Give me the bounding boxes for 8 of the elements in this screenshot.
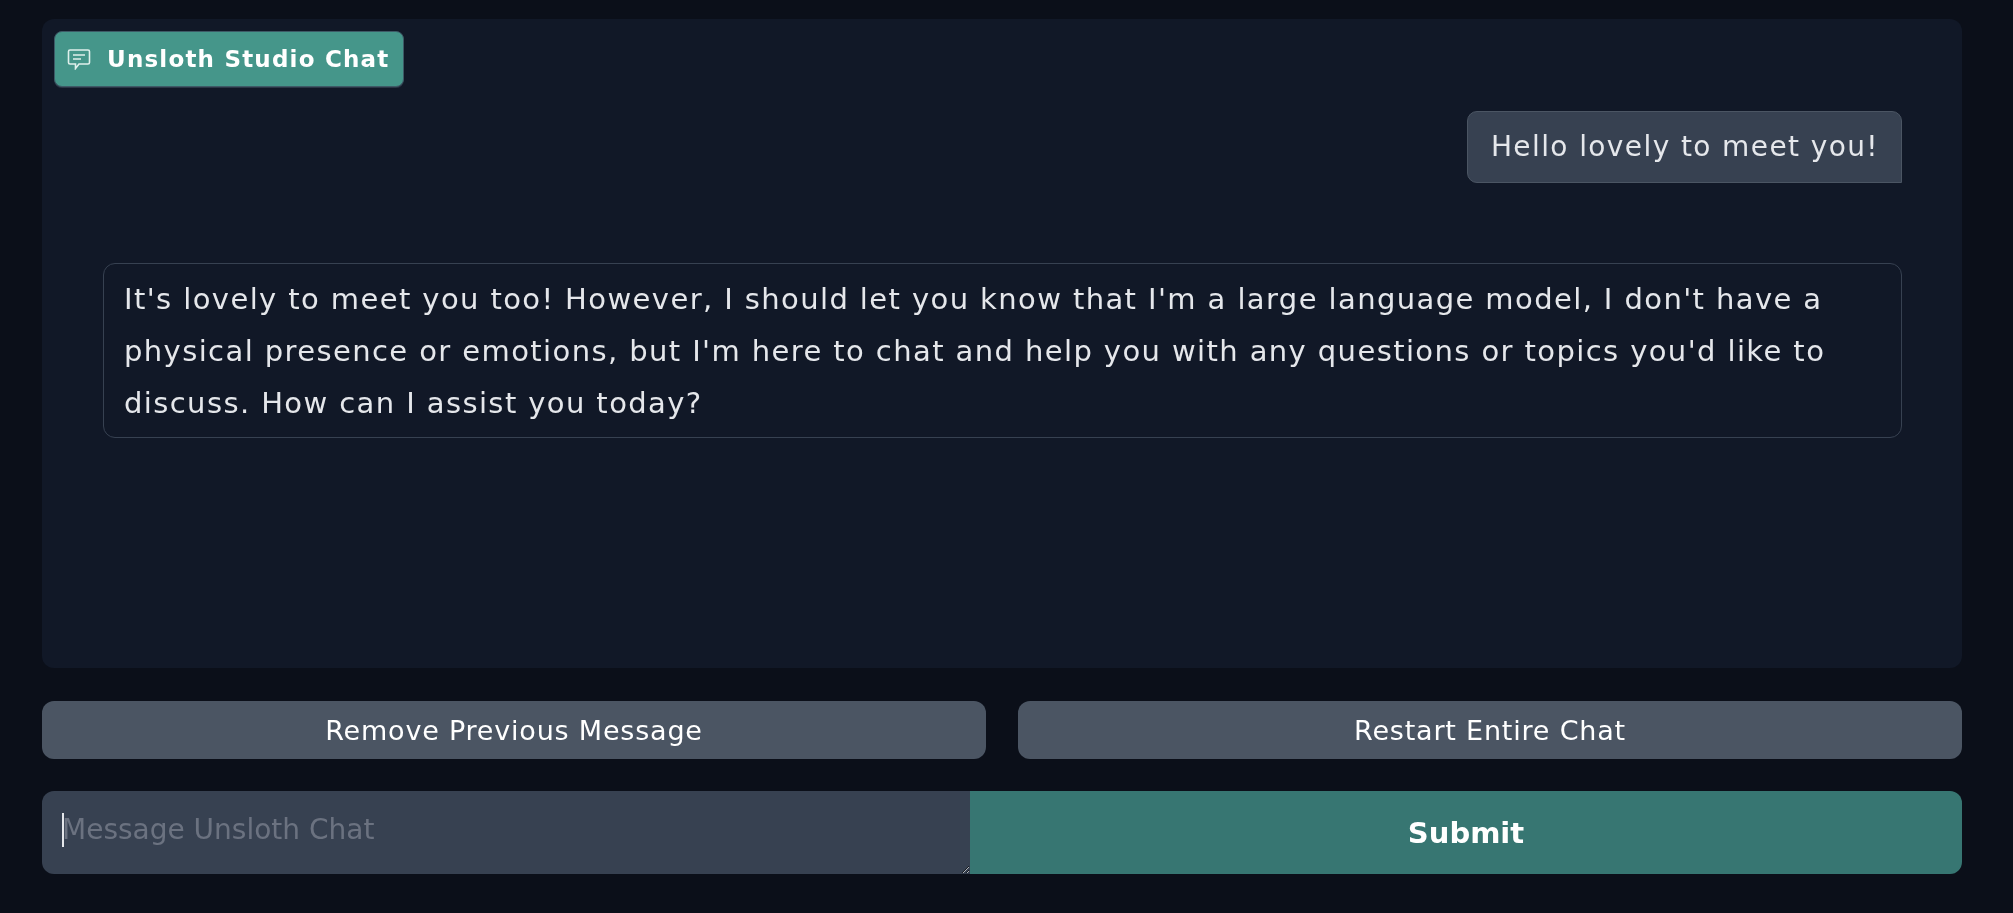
submit-button[interactable]: Submit: [970, 791, 1962, 874]
chat-icon: [67, 48, 91, 70]
assistant-message: It's lovely to meet you too! However, I should let you know that I'm a large language model, I don't have a physical presence or emotions, but I'm here to chat and help you with any questions or topics you'd like to discuss. How can I assist you today?: [103, 263, 1902, 438]
user-message: Hello lovely to meet you!: [1466, 111, 1902, 183]
text-caret-icon: [62, 813, 64, 847]
chat-title: Unsloth Studio Chat: [107, 46, 390, 72]
remove-message-button[interactable]: Remove Previous Message: [42, 701, 986, 759]
restart-chat-button[interactable]: Restart Entire Chat: [1018, 701, 1962, 759]
